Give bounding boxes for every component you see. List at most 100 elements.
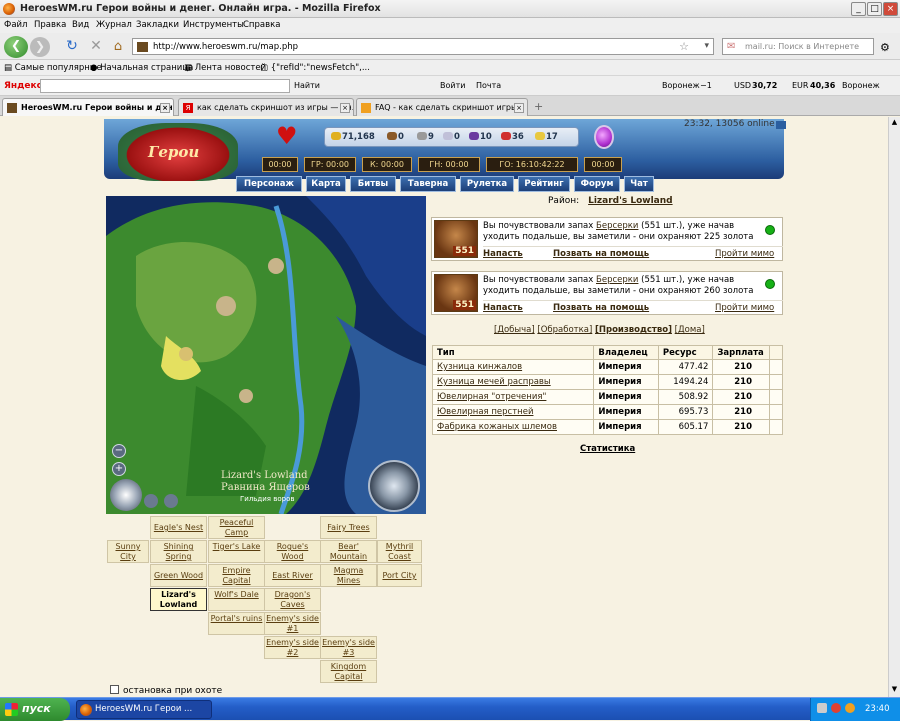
zoom-out-button[interactable]: − <box>112 444 126 458</box>
tab-processing[interactable]: [Обработка] <box>537 325 592 335</box>
compass-star-icon[interactable] <box>110 479 142 511</box>
location-magma-mines[interactable]: Magma Mines <box>320 564 377 587</box>
menu-bookmarks[interactable]: Закладки <box>136 20 179 30</box>
forward-button[interactable]: ❯ <box>30 37 50 57</box>
yandex-find-button[interactable]: Найти <box>294 81 320 90</box>
yandex-logo[interactable]: Яндекс <box>4 81 42 91</box>
nav-character[interactable]: Персонаж <box>236 176 302 192</box>
menu-tools[interactable]: Инструменты <box>183 20 244 30</box>
nav-map[interactable]: Карта <box>306 176 346 192</box>
berserker-portrait[interactable]: 551 <box>434 274 478 312</box>
tab-extraction[interactable]: [Добыча] <box>494 325 535 335</box>
menu-file[interactable]: Файл <box>4 20 27 30</box>
new-tab-button[interactable]: + <box>534 100 543 113</box>
home-icon[interactable]: ⌂ <box>108 37 128 57</box>
location-enemys-side-3[interactable]: Enemy's side #3 <box>320 636 377 659</box>
statistics-link[interactable]: Статистика <box>580 444 635 454</box>
tab-faq[interactable]: FAQ - как сделать скриншот игры × <box>356 98 528 116</box>
facility-name-link[interactable]: Кузница мечей расправы <box>431 374 595 390</box>
hunt-stop-checkbox[interactable]: остановка при охоте <box>110 685 222 696</box>
reload-icon[interactable]: ↻ <box>62 37 82 57</box>
location-enemys-side-2[interactable]: Enemy's side #2 <box>264 636 321 659</box>
start-button[interactable]: пуск <box>0 698 70 721</box>
pass-by-link[interactable]: Пройти мимо <box>715 303 774 313</box>
location-mythril-coast[interactable]: Mythril Coast <box>377 540 422 563</box>
back-button[interactable]: ❮ <box>4 36 28 58</box>
nav-battles[interactable]: Битвы <box>350 176 396 192</box>
close-tab-icon[interactable]: × <box>514 103 524 113</box>
location-enemys-side-1[interactable]: Enemy's side #1 <box>264 612 321 635</box>
menu-history[interactable]: Журнал <box>96 20 132 30</box>
location-eagles-nest[interactable]: Eagle's Nest <box>150 516 207 539</box>
address-bar[interactable]: http://www.heroeswm.ru/map.php ☆ ▾ <box>132 38 714 55</box>
world-map[interactable]: − + Lizard's Lowland Равнина Ящеров Гиль… <box>106 196 426 514</box>
pass-by-link[interactable]: Пройти мимо <box>715 249 774 259</box>
bookmark-news-feed[interactable]: ▦ Лента новостей <box>184 63 266 73</box>
facility-name-link[interactable]: Фабрика кожаных шлемов <box>431 419 595 435</box>
map-navigation-compass[interactable] <box>368 460 420 512</box>
facility-name-link[interactable]: Ювелирная перстней <box>431 404 595 420</box>
berserker-portrait[interactable]: 551 <box>434 220 478 258</box>
facility-name-link[interactable]: Кузница кинжалов <box>431 359 595 375</box>
location-green-wood[interactable]: Green Wood <box>150 564 207 587</box>
map-option-icon-2[interactable] <box>164 494 178 508</box>
tray-icon-2[interactable] <box>831 703 841 713</box>
creature-link[interactable]: Берсерки <box>596 221 638 231</box>
bookmark-start-page[interactable]: ● Начальная страница <box>90 63 193 73</box>
vertical-scrollbar[interactable]: ▲ ▼ <box>888 117 900 697</box>
facility-name-link[interactable]: Ювелирная "отречения" <box>431 389 595 405</box>
bookmark-star-icon[interactable]: ☆ <box>679 40 689 53</box>
game-logo[interactable]: Герои <box>118 123 238 181</box>
location-dragons-caves[interactable]: Dragon's Caves <box>264 588 321 611</box>
maximize-button[interactable]: □ <box>867 2 882 16</box>
attack-link[interactable]: Напасть <box>483 249 523 259</box>
yandex-search-input[interactable] <box>40 79 290 93</box>
zoom-in-button[interactable]: + <box>112 462 126 476</box>
nav-roulette[interactable]: Рулетка <box>460 176 514 192</box>
location-fairy-trees[interactable]: Fairy Trees <box>320 516 377 539</box>
close-window-button[interactable]: × <box>883 2 898 16</box>
menu-help[interactable]: Справка <box>243 20 280 30</box>
tab-heroeswm[interactable]: HeroesWM.ru Герои войны и ден... × <box>2 98 174 116</box>
yandex-login-button[interactable]: Войти <box>440 81 465 90</box>
attack-link[interactable]: Напасть <box>483 303 523 313</box>
tray-icon-1[interactable] <box>817 703 827 713</box>
url-dropdown-icon[interactable]: ▾ <box>704 41 709 51</box>
close-tab-icon[interactable]: × <box>160 103 170 113</box>
scroll-up-icon[interactable]: ▲ <box>890 118 899 128</box>
location-kingdom-capital[interactable]: Kingdom Capital <box>320 660 377 683</box>
tab-houses[interactable]: [Дома] <box>675 325 705 335</box>
nav-forum[interactable]: Форум <box>574 176 620 192</box>
weather-city[interactable]: Воронеж <box>662 81 700 90</box>
location-peaceful-camp[interactable]: Peaceful Camp <box>208 516 265 539</box>
search-bar[interactable]: ✉ mail.ru: Поиск в Интернете <box>722 38 874 55</box>
nav-tavern[interactable]: Таверна <box>400 176 456 192</box>
taskbar-firefox-item[interactable]: HeroesWM.ru Герои ... <box>76 700 212 719</box>
location-port-city[interactable]: Port City <box>377 564 422 587</box>
nav-chat[interactable]: Чат <box>624 176 654 192</box>
location-portals-ruins[interactable]: Portal's ruins <box>208 612 265 635</box>
stop-icon[interactable]: ✕ <box>86 37 106 57</box>
location-shining-spring[interactable]: Shining Spring <box>150 540 207 563</box>
tab-production[interactable]: [Производство] <box>595 325 672 335</box>
addons-icon[interactable]: ⚙ <box>880 41 890 54</box>
location-sunny-city[interactable]: Sunny City <box>107 540 149 563</box>
location-tigers-lake[interactable]: Tiger's Lake <box>208 540 265 563</box>
location-empire-capital[interactable]: Empire Capital <box>208 564 265 587</box>
creature-link[interactable]: Берсерки <box>596 275 638 285</box>
scroll-down-icon[interactable]: ▼ <box>890 685 899 695</box>
location-wolfs-dale[interactable]: Wolf's Dale <box>208 588 265 611</box>
tab-yandex-search[interactable]: Я как сделать скриншот из игры — Ян... × <box>178 98 354 116</box>
tray-icon-3[interactable] <box>845 703 855 713</box>
location-lizards-lowland[interactable]: Lizard's Lowland <box>150 588 207 611</box>
close-tab-icon[interactable]: × <box>340 103 350 113</box>
location-bear-mountain[interactable]: Bear' Mountain <box>320 540 377 563</box>
call-help-link[interactable]: Позвать на помощь <box>553 249 649 259</box>
location-rogues-wood[interactable]: Rogue's Wood <box>264 540 321 563</box>
menu-view[interactable]: Вид <box>72 20 89 30</box>
bookmark-refid[interactable]: ▢ {"refId":"newsFetch",... <box>260 63 370 73</box>
bookmark-popular[interactable]: ▤ Самые популярные <box>4 63 102 73</box>
minimize-button[interactable]: _ <box>851 2 866 16</box>
district-name-link[interactable]: Lizard's Lowland <box>588 196 673 206</box>
menu-edit[interactable]: Правка <box>34 20 66 30</box>
